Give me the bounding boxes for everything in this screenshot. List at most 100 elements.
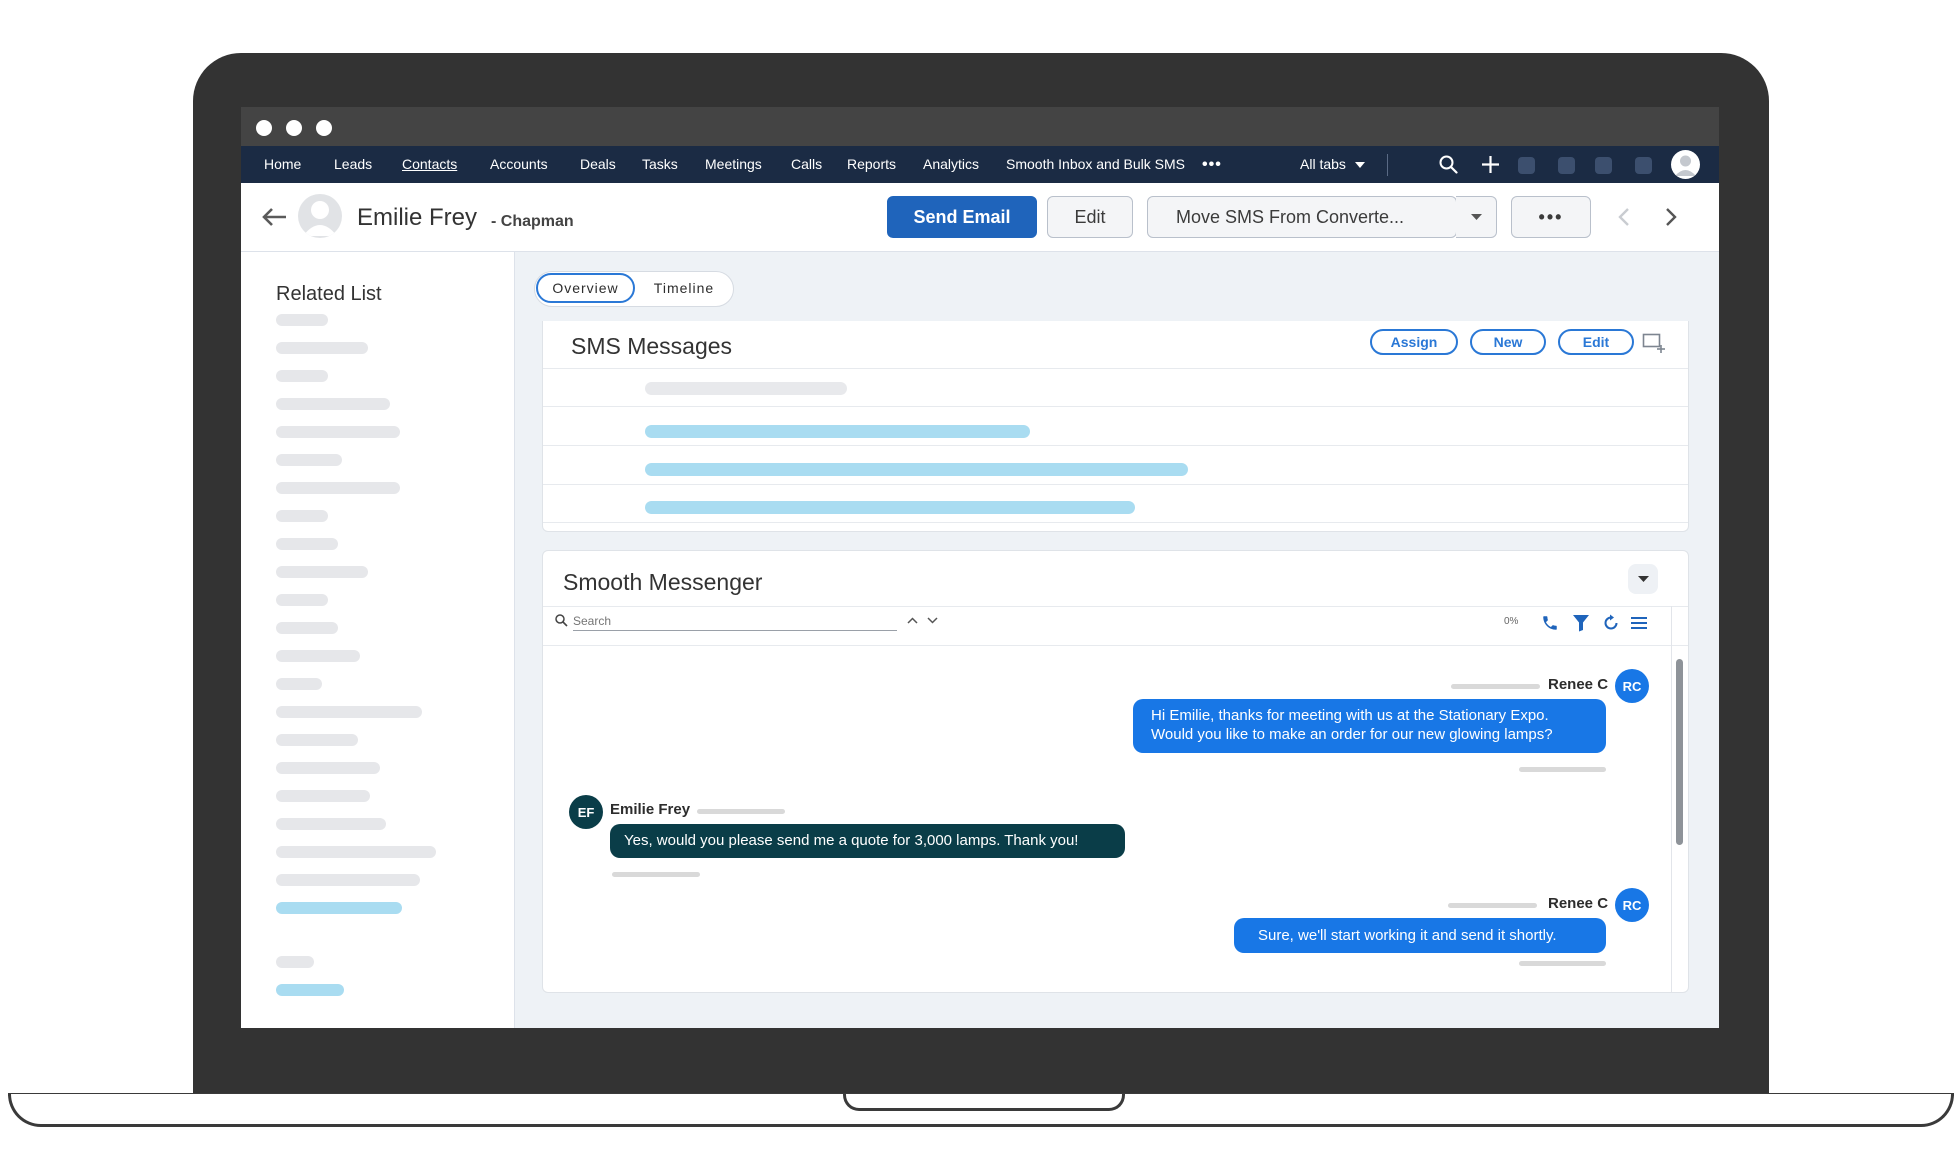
main-content: Overview Timeline SMS Messages Assign Ne…: [515, 252, 1719, 1028]
incoming-message-bubble: Yes, would you please send me a quote fo…: [610, 824, 1125, 858]
scroll-percent: 0%: [1504, 616, 1519, 627]
assign-button[interactable]: Assign: [1370, 329, 1458, 355]
nav-item-meetings[interactable]: Meetings: [705, 146, 762, 183]
next-record-icon[interactable]: [1665, 207, 1677, 227]
message-meta: [1451, 684, 1540, 689]
window-maximize-dot[interactable]: [316, 120, 332, 136]
more-actions-button[interactable]: •••: [1511, 196, 1591, 238]
table-divider: [543, 368, 1688, 369]
edit-record-button[interactable]: Edit: [1047, 196, 1133, 238]
outgoing-message-bubble: Hi Emilie, thanks for meeting with us at…: [1133, 699, 1606, 753]
related-list-item[interactable]: [276, 538, 338, 550]
table-divider: [543, 484, 1688, 485]
message-timestamp: [612, 872, 700, 877]
related-list-item[interactable]: [276, 510, 328, 522]
related-list-item[interactable]: [276, 762, 380, 774]
top-nav: Home Leads Contacts Accounts Deals Tasks…: [241, 146, 1719, 183]
related-list-item-active[interactable]: [276, 902, 402, 914]
nav-item-calls[interactable]: Calls: [791, 146, 822, 183]
sender-avatar: EF: [569, 795, 603, 829]
messenger-divider: [543, 606, 1688, 607]
refresh-icon[interactable]: [1602, 614, 1620, 632]
nav-item-contacts[interactable]: Contacts: [402, 146, 457, 183]
send-email-button[interactable]: Send Email: [887, 196, 1037, 238]
scrollbar-thumb[interactable]: [1676, 659, 1683, 845]
nav-item-analytics[interactable]: Analytics: [923, 146, 979, 183]
nav-item-leads[interactable]: Leads: [334, 146, 372, 183]
phone-icon[interactable]: [1541, 614, 1559, 632]
sms-messages-title: SMS Messages: [571, 333, 733, 359]
sender-avatar: RC: [1615, 669, 1649, 703]
filter-icon[interactable]: [1573, 614, 1589, 632]
chevron-down-icon[interactable]: [927, 617, 938, 624]
nav-item-smooth-inbox[interactable]: Smooth Inbox and Bulk SMS: [1006, 146, 1185, 183]
previous-record-icon[interactable]: [1618, 207, 1630, 227]
smooth-messenger-card: Smooth Messenger 0%: [542, 550, 1689, 993]
move-sms-button[interactable]: Move SMS From Converte...: [1147, 196, 1457, 238]
caret-down-icon: [1637, 576, 1649, 582]
nav-item-home[interactable]: Home: [264, 146, 301, 183]
sms-messages-card: SMS Messages Assign New Edit: [542, 321, 1689, 532]
message-sender: Renee C: [1548, 676, 1609, 693]
back-arrow-icon[interactable]: [261, 207, 287, 227]
nav-item-reports[interactable]: Reports: [847, 146, 896, 183]
related-list-link[interactable]: [276, 984, 344, 996]
related-list-item[interactable]: [276, 426, 400, 438]
nav-item-tasks[interactable]: Tasks: [642, 146, 678, 183]
caret-down-icon: [1354, 162, 1365, 169]
related-list-item[interactable]: [276, 818, 386, 830]
related-list-item[interactable]: [276, 398, 390, 410]
related-list-item[interactable]: [276, 314, 328, 326]
message-sender: Renee C: [1548, 895, 1609, 912]
nav-item-accounts[interactable]: Accounts: [490, 146, 548, 183]
window-close-dot[interactable]: [256, 120, 272, 136]
tab-timeline[interactable]: Timeline: [638, 273, 730, 303]
app-shortcut-icon[interactable]: [1595, 157, 1612, 174]
all-tabs-label: All tabs: [1300, 156, 1346, 172]
user-icon: [1675, 155, 1696, 176]
message-meta: [1448, 903, 1537, 908]
messenger-collapse-button[interactable]: [1628, 564, 1658, 594]
nav-more-button[interactable]: •••: [1202, 146, 1222, 183]
table-row[interactable]: [645, 463, 1188, 476]
related-list-item[interactable]: [276, 594, 328, 606]
related-list-title: Related List: [276, 283, 382, 305]
related-list-item[interactable]: [276, 846, 436, 858]
related-list-item[interactable]: [276, 650, 360, 662]
related-list-item[interactable]: [276, 454, 342, 466]
record-header: Emilie Frey - Chapman Send Email Edit Mo…: [241, 183, 1719, 252]
message-timestamp: [1519, 961, 1606, 966]
table-row[interactable]: [645, 425, 1030, 438]
nav-item-deals[interactable]: Deals: [580, 146, 616, 183]
app-shortcut-icon[interactable]: [1518, 157, 1535, 174]
related-list-item[interactable]: [276, 622, 338, 634]
app-shortcut-icon[interactable]: [1635, 157, 1652, 174]
search-icon: [555, 614, 568, 627]
related-list-item[interactable]: [276, 790, 370, 802]
related-list-item[interactable]: [276, 342, 368, 354]
related-list-item[interactable]: [276, 566, 368, 578]
window-minimize-dot[interactable]: [286, 120, 302, 136]
user-avatar[interactable]: [1671, 150, 1700, 179]
search-icon[interactable]: [1439, 155, 1458, 174]
messenger-search-input[interactable]: [573, 612, 897, 631]
related-list-item[interactable]: [276, 678, 322, 690]
tab-overview[interactable]: Overview: [536, 273, 635, 303]
table-row[interactable]: [645, 501, 1135, 514]
edit-sms-button[interactable]: Edit: [1558, 329, 1634, 355]
new-sms-button[interactable]: New: [1470, 329, 1546, 355]
add-column-icon[interactable]: [1642, 333, 1666, 353]
related-list-item[interactable]: [276, 370, 328, 382]
all-tabs-dropdown[interactable]: All tabs: [1300, 146, 1365, 183]
related-list-item[interactable]: [276, 482, 400, 494]
menu-icon[interactable]: [1631, 616, 1647, 630]
contact-company: - Chapman: [491, 213, 574, 230]
app-shortcut-icon[interactable]: [1558, 157, 1575, 174]
related-list-item[interactable]: [276, 874, 420, 886]
move-sms-dropdown-button[interactable]: [1456, 196, 1497, 238]
related-list-item[interactable]: [276, 706, 422, 718]
table-divider: [543, 406, 1688, 407]
plus-icon[interactable]: [1481, 155, 1500, 174]
chevron-up-icon[interactable]: [907, 617, 918, 624]
related-list-item[interactable]: [276, 734, 358, 746]
